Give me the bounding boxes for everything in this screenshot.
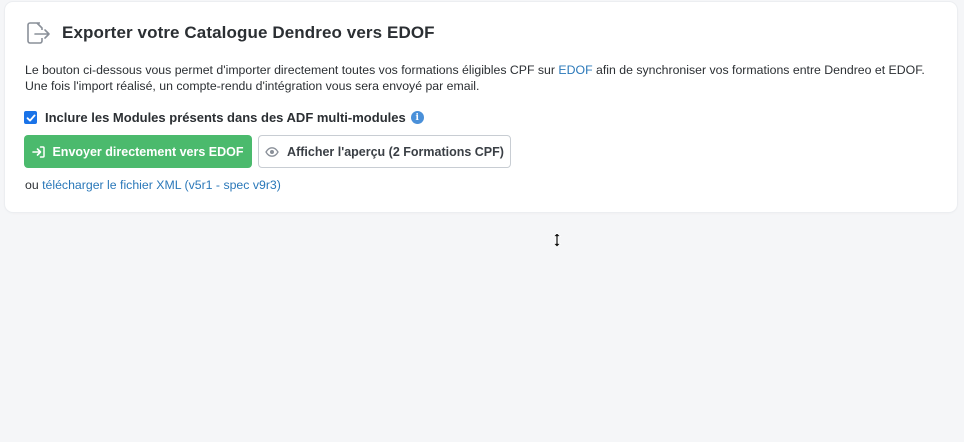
vertical-resize-cursor-icon: [552, 232, 562, 248]
include-modules-checkbox[interactable]: [24, 111, 37, 124]
export-card: Exporter votre Catalogue Dendreo vers ED…: [5, 2, 957, 212]
description-text-before: Le bouton ci-dessous vous permet d'impor…: [25, 63, 559, 77]
include-modules-row: Inclure les Modules présents dans des AD…: [24, 110, 424, 125]
download-prefix: ou: [25, 178, 43, 192]
card-header: Exporter votre Catalogue Dendreo vers ED…: [25, 20, 435, 46]
include-modules-label[interactable]: Inclure les Modules présents dans des AD…: [45, 110, 406, 125]
send-to-edof-button[interactable]: Envoyer directement vers EDOF: [24, 135, 252, 168]
description: Le bouton ci-dessous vous permet d'impor…: [25, 62, 925, 94]
preview-button[interactable]: Afficher l'aperçu (2 Formations CPF): [258, 135, 511, 168]
preview-label: Afficher l'aperçu (2 Formations CPF): [287, 144, 504, 159]
sign-in-arrow-icon: [32, 145, 46, 158]
download-xml-link[interactable]: télécharger le fichier XML (v5r1 - spec …: [42, 178, 281, 192]
export-icon: [25, 20, 51, 46]
download-row: ou télécharger le fichier XML (v5r1 - sp…: [25, 178, 281, 192]
info-icon[interactable]: i: [410, 111, 424, 124]
edof-link[interactable]: EDOF: [558, 63, 592, 77]
send-to-edof-label: Envoyer directement vers EDOF: [52, 144, 244, 159]
eye-icon: [265, 146, 279, 157]
action-buttons: Envoyer directement vers EDOF Afficher l…: [24, 135, 511, 168]
page-title: Exporter votre Catalogue Dendreo vers ED…: [62, 23, 435, 42]
